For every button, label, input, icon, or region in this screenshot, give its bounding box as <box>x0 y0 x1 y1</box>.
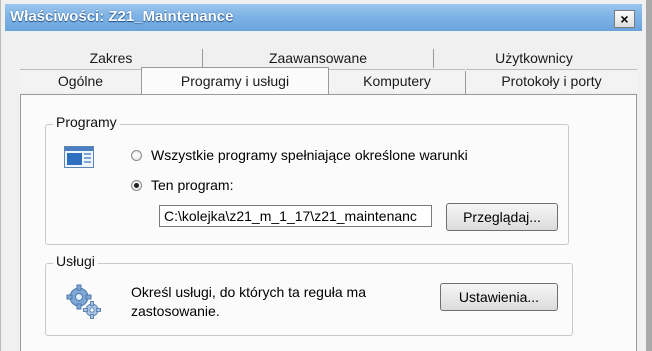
tab-label: Ogólne <box>57 73 104 89</box>
radio-label: Ten program: <box>151 177 234 193</box>
program-path-input[interactable]: C:\kolejka\z21_m_1_17\z21_maintenanc <box>159 205 432 227</box>
gears-icon <box>64 283 104 319</box>
window-app-icon <box>64 146 94 168</box>
radio-all-programs[interactable]: Wszystkie programy spełniające określone… <box>131 147 468 163</box>
tab-programy-i-uslugi[interactable]: Programy i usługi <box>141 67 329 94</box>
title-bar[interactable]: Właściwości: Z21_Maintenance × <box>5 4 642 31</box>
window-title: Właściwości: Z21_Maintenance <box>10 8 234 25</box>
services-description-line: zastosowanie. <box>131 303 220 319</box>
tab-label: Komputery <box>363 73 431 89</box>
settings-button[interactable]: Ustawienia... <box>440 283 558 311</box>
tab-ogolne[interactable]: Ogólne <box>20 69 141 92</box>
services-description-line: Określ usługi, do których ta reguła ma <box>131 284 366 300</box>
tab-label: Zakres <box>89 50 133 66</box>
settings-button-label: Ustawienia... <box>458 289 540 305</box>
browse-button[interactable]: Przeglądaj... <box>446 203 558 231</box>
tab-label: Użytkownicy <box>495 50 573 66</box>
close-button[interactable]: × <box>614 10 635 28</box>
browse-button-label: Przeglądaj... <box>463 209 541 225</box>
tab-label: Zaawansowane <box>268 50 368 66</box>
radio-label: Wszystkie programy spełniające określone… <box>151 147 468 163</box>
properties-dialog: Właściwości: Z21_Maintenance × Zakres Za… <box>0 0 652 351</box>
radio-button-checked[interactable] <box>131 179 142 191</box>
programs-group-label: Programy <box>53 114 120 130</box>
services-description: Określ usługi, do których ta reguła ma z… <box>131 283 366 321</box>
tab-label: Programy i usługi <box>180 73 290 89</box>
tab-protokoly-i-porty[interactable]: Protokoły i porty <box>466 69 637 92</box>
close-icon: × <box>620 11 629 27</box>
radio-this-program[interactable]: Ten program: <box>131 177 233 193</box>
tab-zakres[interactable]: Zakres <box>20 47 202 69</box>
tab-uzytkownicy[interactable]: Użytkownicy <box>434 47 634 69</box>
tab-label: Protokoły i porty <box>501 73 602 89</box>
services-group-label: Usługi <box>53 253 98 269</box>
tab-zaawansowane[interactable]: Zaawansowane <box>203 47 433 69</box>
tab-komputery[interactable]: Komputery <box>329 69 465 92</box>
radio-button[interactable] <box>131 149 142 161</box>
